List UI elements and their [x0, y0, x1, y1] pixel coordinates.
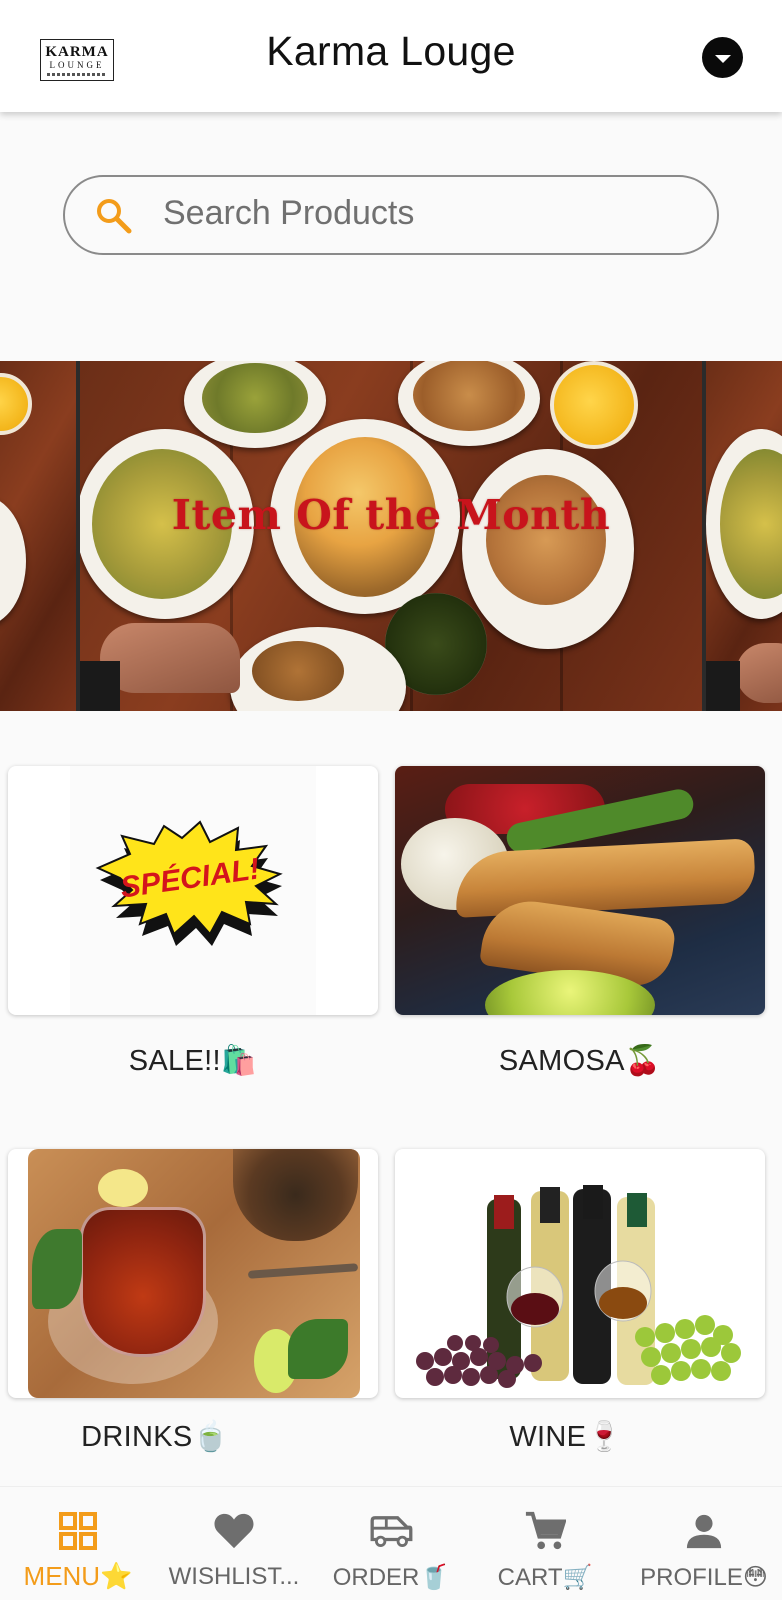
sale-image: SPÉCIAL! — [70, 766, 316, 1015]
nav-item-order[interactable]: ORDER🥤 — [326, 1487, 456, 1600]
search-input-placeholder[interactable]: Search Products — [163, 194, 414, 233]
plate-image — [184, 361, 326, 448]
nav-label-wishlist: WISHLIST... — [168, 1563, 300, 1590]
bottom-navigation: MENU⭐ WISHLIST... ORDER🥤 CART🛒 PROFILE😳 — [0, 1486, 782, 1600]
person-icon — [682, 1509, 726, 1553]
plate-image — [398, 361, 540, 446]
nav-item-profile[interactable]: PROFILE😳 — [636, 1487, 772, 1600]
dropdown-arrow-icon — [714, 55, 731, 63]
featured-carousel[interactable]: Item Of the Month — [0, 361, 782, 711]
samosa-image — [395, 766, 765, 1015]
app-title: Karma Louge — [266, 28, 516, 74]
wine-image — [416, 1185, 741, 1388]
heart-icon — [212, 1509, 256, 1553]
category-card-wine[interactable] — [395, 1149, 765, 1398]
nav-label-order: ORDER🥤 — [332, 1564, 450, 1591]
sleeve-image — [706, 661, 740, 711]
special-starburst-icon: SPÉCIAL! — [95, 820, 283, 946]
cart-icon — [523, 1509, 567, 1553]
hand-image — [100, 623, 240, 693]
delivery-van-icon — [369, 1509, 413, 1553]
category-card-samosa[interactable] — [395, 766, 765, 1015]
drinks-image — [28, 1149, 360, 1398]
nav-label-cart: CART🛒 — [497, 1564, 593, 1591]
app-screen: KARMA LOUNGE Karma Louge Search Products — [0, 0, 782, 1600]
hand-image — [736, 643, 782, 703]
dropdown-menu-button[interactable] — [702, 37, 743, 78]
search-icon — [97, 199, 132, 234]
nav-item-wishlist[interactable]: WISHLIST... — [164, 1487, 304, 1600]
nav-label-profile: PROFILE😳 — [640, 1564, 768, 1591]
category-label-drinks[interactable]: DRINKS🍵 — [0, 1420, 340, 1454]
nav-item-menu[interactable]: MENU⭐ — [14, 1487, 142, 1600]
search-bar[interactable]: Search Products — [63, 175, 719, 255]
nav-label-menu: MENU⭐ — [23, 1561, 133, 1591]
app-header: KARMA LOUNGE Karma Louge — [0, 0, 782, 112]
nav-item-cart[interactable]: CART🛒 — [480, 1487, 610, 1600]
juice-glass-image — [550, 361, 638, 449]
juice-glass-image — [0, 373, 32, 435]
category-label-sale[interactable]: SALE!!🛍️ — [8, 1044, 378, 1078]
banner-title: Item Of the Month — [171, 491, 611, 539]
sleeve-image — [80, 661, 120, 711]
category-label-wine[interactable]: WINE🍷 — [381, 1420, 751, 1454]
category-card-sale[interactable]: SPÉCIAL! — [8, 766, 378, 1015]
category-label-samosa[interactable]: SAMOSA🍒 — [395, 1044, 765, 1078]
category-card-drinks[interactable] — [8, 1149, 378, 1398]
menu-grid-icon — [56, 1509, 100, 1553]
plate-image — [230, 627, 406, 711]
plate-image — [462, 449, 634, 649]
